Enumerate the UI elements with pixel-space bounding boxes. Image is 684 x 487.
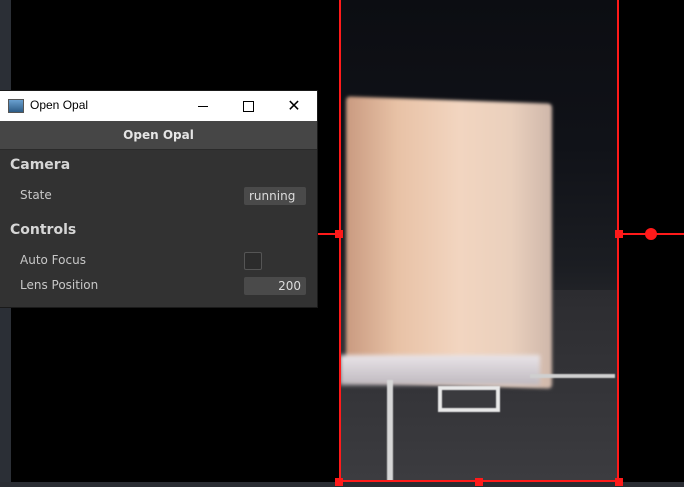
lens-position-label: Lens Position xyxy=(20,278,99,292)
app-icon xyxy=(8,99,24,113)
rotation-handle[interactable] xyxy=(645,228,657,240)
controls-section-title: Controls xyxy=(10,222,77,238)
minimize-button[interactable] xyxy=(180,91,226,121)
auto-focus-checkbox[interactable] xyxy=(244,252,262,270)
state-value: running xyxy=(244,187,306,205)
lens-position-input[interactable]: 200 xyxy=(244,277,306,295)
auto-focus-label: Auto Focus xyxy=(20,253,86,267)
camera-section-title: Camera xyxy=(10,157,71,173)
panel-header: Open Opal xyxy=(0,121,317,150)
state-label: State xyxy=(20,188,52,202)
open-opal-window: Open Opal ✕ Open Opal Camera State runni… xyxy=(0,91,317,307)
roi-handle-bottom-right[interactable] xyxy=(615,478,623,486)
roi-handle-bottom[interactable] xyxy=(475,478,483,486)
minimize-icon xyxy=(198,105,208,107)
close-icon: ✕ xyxy=(287,96,301,115)
maximize-icon xyxy=(242,100,254,112)
window-title: Open Opal xyxy=(30,98,89,112)
title-bar[interactable]: Open Opal ✕ xyxy=(0,91,317,121)
roi-handle-bottom-left[interactable] xyxy=(335,478,343,486)
roi-box[interactable] xyxy=(339,0,619,482)
close-button[interactable]: ✕ xyxy=(271,91,317,121)
roi-guide-left xyxy=(317,233,339,235)
maximize-button[interactable] xyxy=(225,91,271,121)
